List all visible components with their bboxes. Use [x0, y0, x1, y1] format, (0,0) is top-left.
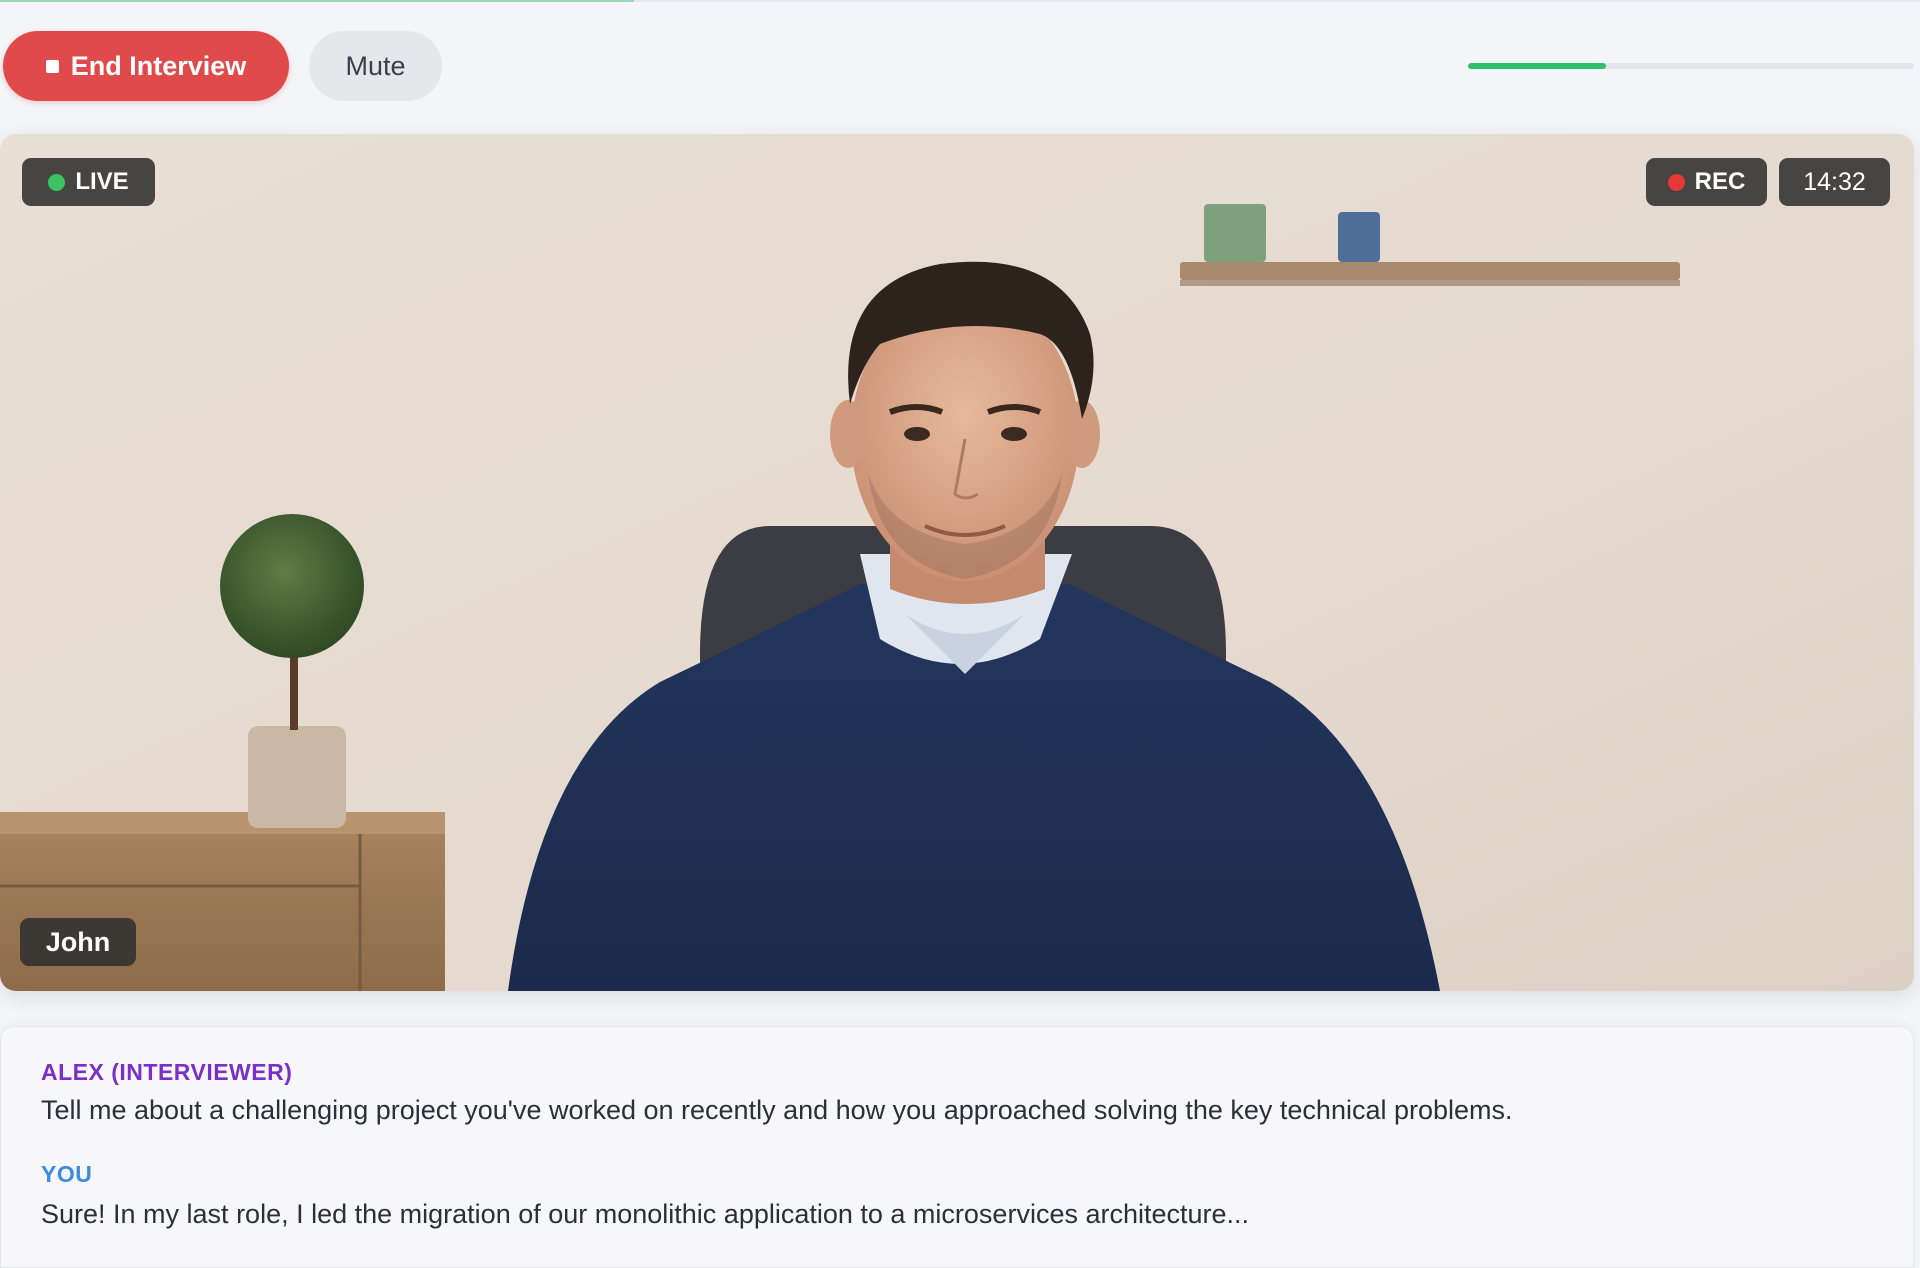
rec-dot-icon [1667, 173, 1685, 191]
video-feed: LIVE REC 14:32 John [0, 134, 1914, 991]
live-label: LIVE [75, 168, 129, 195]
recording-badge: REC [1646, 158, 1767, 206]
call-toolbar: End Interview Mute [0, 0, 1920, 132]
transcript-line-interviewer: Tell me about a challenging project you'… [41, 1095, 1513, 1125]
transcript-speaker-you: YOU [41, 1161, 93, 1187]
session-progress-fill [1468, 63, 1607, 69]
participant-video-image [0, 134, 1914, 991]
call-timer-value: 14:32 [1803, 167, 1866, 196]
end-interview-button[interactable]: End Interview [3, 31, 289, 101]
mute-button[interactable]: Mute [309, 31, 442, 101]
call-timer: 14:32 [1779, 158, 1890, 206]
end-interview-label: End Interview [70, 50, 247, 81]
session-progress-bar [1468, 63, 1914, 69]
participant-name: John [45, 926, 111, 957]
live-dot-icon [48, 173, 66, 191]
participant-name-tag: John [20, 918, 136, 966]
stop-icon [45, 59, 59, 73]
mute-label: Mute [345, 50, 406, 81]
transcript-line-you: Sure! In my last role, I led the migrati… [41, 1199, 1250, 1229]
live-badge: LIVE [22, 158, 155, 206]
transcript-panel: ALEX (INTERVIEWER) Tell me about a chall… [0, 1026, 1914, 1268]
transcript-speaker-interviewer: ALEX (INTERVIEWER) [41, 1059, 293, 1085]
rec-label: REC [1694, 168, 1746, 195]
